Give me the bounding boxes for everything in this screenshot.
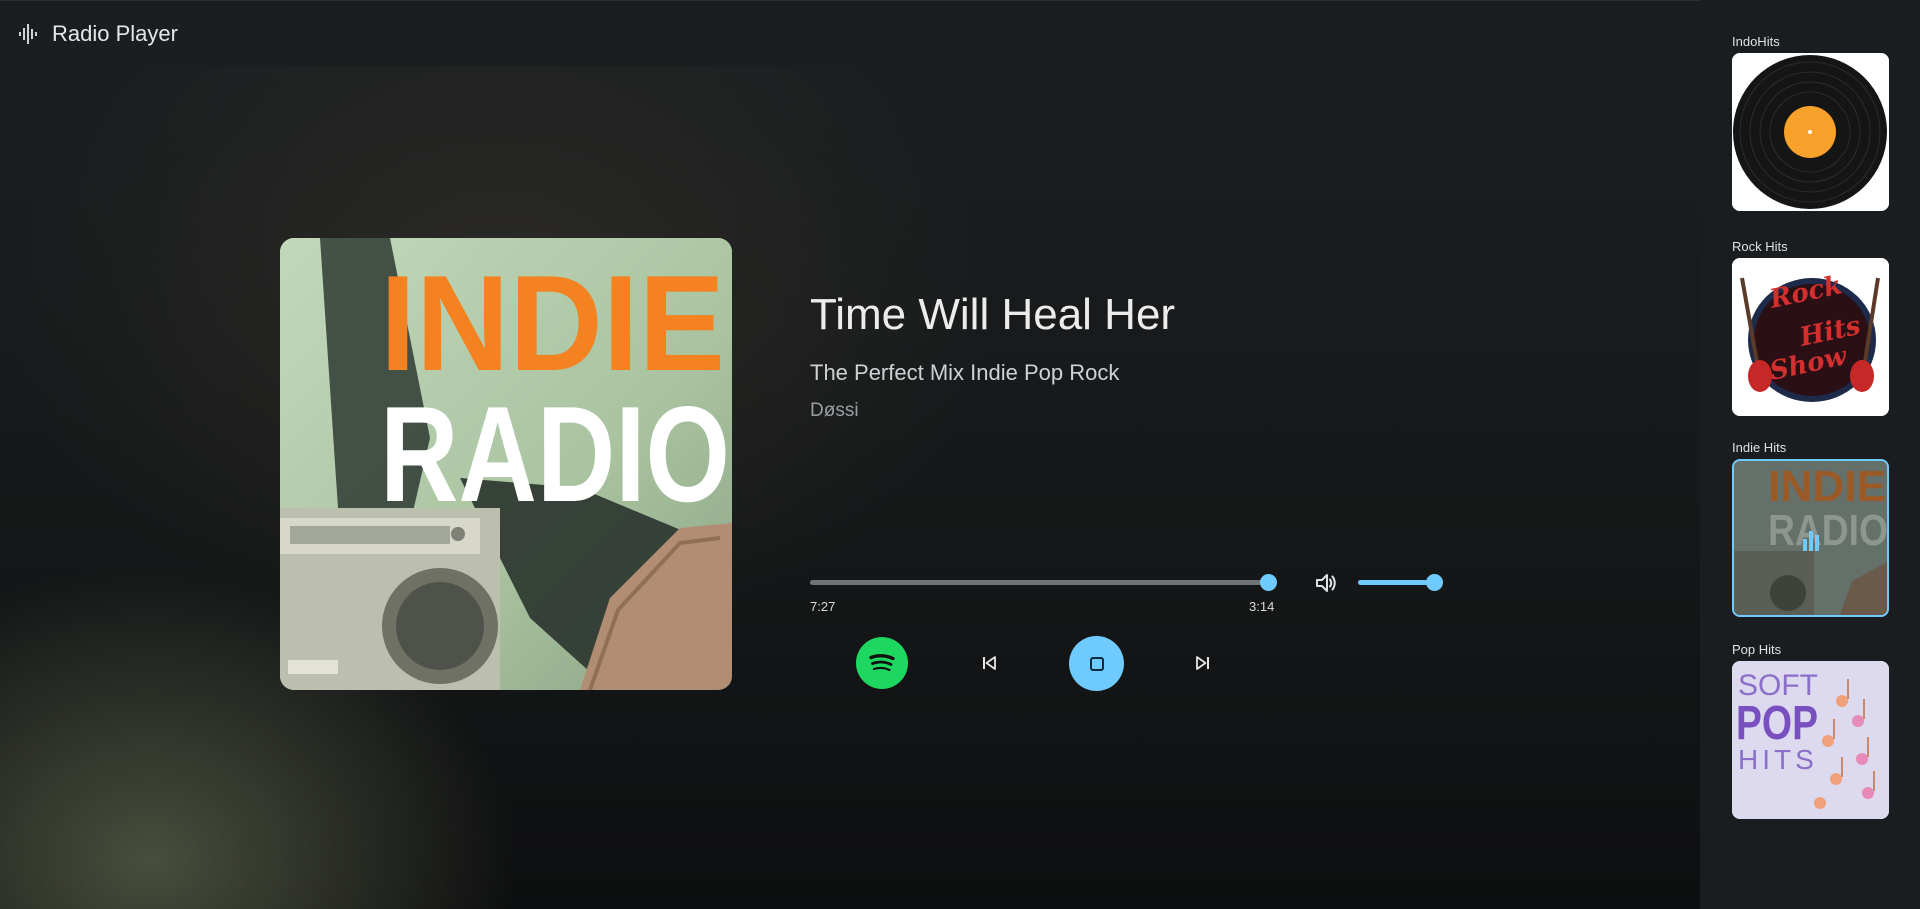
svg-text:RADIO: RADIO <box>1768 506 1888 555</box>
station-list: IndoHits Rock Hits Rock Hits Show Indie … <box>1700 0 1920 909</box>
skip-next-icon <box>1196 656 1209 670</box>
station-name: IndoHits <box>1732 34 1780 49</box>
previous-button[interactable] <box>976 650 1002 676</box>
svg-text:INDIE: INDIE <box>1768 462 1886 511</box>
station-name: Indie Hits <box>1732 440 1787 455</box>
elapsed-time: 7:27 <box>810 599 836 614</box>
background-glow <box>0 0 1700 909</box>
volume-handle[interactable] <box>1425 574 1443 591</box>
duration-time: 3:14 <box>1249 599 1275 614</box>
track-title: Time Will Heal Her <box>810 290 1176 339</box>
volume-icon[interactable] <box>1314 572 1338 594</box>
spotify-button[interactable] <box>856 637 908 689</box>
app-bar: Radio Player <box>0 0 1700 66</box>
station-name: Rock Hits <box>1732 239 1788 254</box>
indie-radio-thumb: INDIE RADIO <box>1734 461 1888 615</box>
indie-radio-art: INDIE RADIO <box>280 238 732 690</box>
soft-pop-hits-art[interactable]: SOFT POP HITS <box>1732 661 1889 819</box>
volume-slider[interactable] <box>1358 574 1443 591</box>
station-item-indie-hits[interactable]: Indie Hits INDIE RADIO <box>1732 439 1890 617</box>
app-title: Radio Player <box>52 20 178 46</box>
volume-fill <box>1358 580 1434 585</box>
station-item-indohits[interactable]: IndoHits <box>1732 33 1890 211</box>
artist-name: Døssi <box>810 400 859 421</box>
guitars-logo-icon: Rock Hits Show <box>1732 258 1889 416</box>
indie-radio-art[interactable]: INDIE RADIO <box>1732 459 1889 617</box>
album-name: The Perfect Mix Indie Pop Rock <box>810 360 1120 385</box>
vinyl-record-art[interactable] <box>1732 53 1889 211</box>
rock-hits-show-art[interactable]: Rock Hits Show <box>1732 258 1889 416</box>
progress-bar[interactable] <box>810 574 1277 591</box>
svg-text:POP: POP <box>1736 697 1818 750</box>
stop-button[interactable] <box>1069 636 1124 691</box>
skip-previous-icon <box>983 656 996 670</box>
station-item-rock-hits[interactable]: Rock Hits Rock Hits Show <box>1732 238 1890 416</box>
art-line-1: INDIE <box>380 247 725 399</box>
stop-icon <box>1089 656 1104 671</box>
vinyl-record-icon <box>1732 53 1889 211</box>
album-art: INDIE RADIO <box>280 238 732 690</box>
audio-wave-icon <box>19 23 37 44</box>
spotify-icon <box>864 645 900 681</box>
station-name: Pop Hits <box>1732 642 1782 657</box>
station-item-pop-hits[interactable]: Pop Hits SOFT POP HITS <box>1732 641 1890 819</box>
art-line-2: RADIO <box>380 378 730 530</box>
svg-text:HITS: HITS <box>1738 744 1818 775</box>
next-button[interactable] <box>1190 650 1216 676</box>
progress-fill <box>810 580 1268 585</box>
music-notes-art: SOFT POP HITS <box>1732 661 1889 819</box>
progress-handle[interactable] <box>1260 574 1277 591</box>
